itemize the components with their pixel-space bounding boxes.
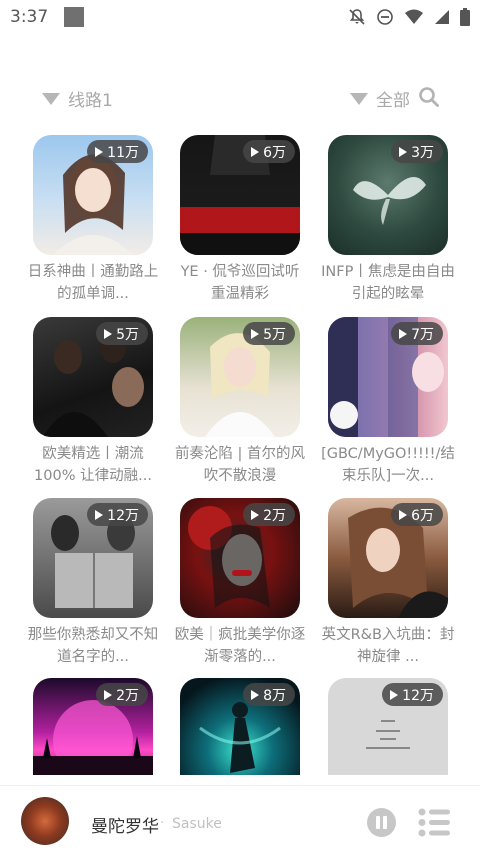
play-count: 7万 xyxy=(411,326,434,343)
playlist-cover: 12万 xyxy=(328,678,448,775)
do-not-disturb-icon xyxy=(377,9,393,25)
playlist-title: YE · 侃爷巡回试听 重温精彩 xyxy=(180,264,300,302)
play-count-badge: 6万 xyxy=(243,140,295,163)
category-selector[interactable]: 全部 xyxy=(350,86,410,111)
notifications-off-icon xyxy=(349,9,365,25)
play-icon xyxy=(95,146,104,157)
song-artist: Sasuke xyxy=(172,816,222,832)
play-count-badge: 12万 xyxy=(87,503,148,526)
app-notification-icon xyxy=(64,7,85,27)
play-count: 6万 xyxy=(263,144,286,161)
song-title: 曼陀罗华 xyxy=(91,817,159,837)
playlist-card[interactable]: 2万 xyxy=(33,678,153,775)
playlist-title: 前奏沦陷 | 首尔的风吹不散浪漫 xyxy=(174,446,306,484)
play-count-badge: 2万 xyxy=(96,683,148,706)
play-count-badge: 2万 xyxy=(243,503,295,526)
playlist-title: 那些你熟悉却又不知道名字的... xyxy=(27,627,159,665)
dropdown-arrow-icon xyxy=(42,92,60,105)
play-count: 2万 xyxy=(116,687,139,704)
play-count-badge: 12万 xyxy=(382,683,443,706)
play-count-badge: 7万 xyxy=(391,322,443,345)
playlist-card[interactable]: 5万 欧美精选丨潮流100% 让律动融... xyxy=(33,317,153,487)
search-icon[interactable] xyxy=(418,86,440,108)
playlist-cover: 11万 xyxy=(33,135,153,255)
play-icon xyxy=(399,509,408,520)
play-count-badge: 8万 xyxy=(243,683,295,706)
playlist-grid: 11万 日系神曲丨通勤路上的孤单调... 6万 YE · 侃爷巡回试听 重温精彩… xyxy=(0,135,480,775)
playlist-card[interactable]: 2万 欧美｜疯批美学你逐渐零落的... xyxy=(175,498,305,668)
wifi-icon xyxy=(405,9,423,24)
playlist-card[interactable]: 6万 英文R&B入坑曲：封神旋律 ... xyxy=(322,498,454,668)
playlist-card[interactable]: 7万 [GBC/MyGO!!!!!/结束乐队]一次... xyxy=(321,317,455,487)
status-bar: 3:37 xyxy=(0,0,480,34)
filter-bar: 线路1 全部 xyxy=(0,80,480,114)
play-icon xyxy=(95,509,104,520)
playlist-card[interactable]: 12万 xyxy=(328,678,448,775)
status-time: 3:37 xyxy=(10,7,49,27)
playlist-cover: 5万 xyxy=(180,317,300,437)
playlist-title: 欧美精选丨潮流100% 让律动融... xyxy=(34,446,152,484)
play-icon xyxy=(251,689,260,700)
playlist-card[interactable]: 11万 日系神曲丨通勤路上的孤单调... xyxy=(28,135,158,305)
play-count-badge: 6万 xyxy=(391,503,443,526)
playlist-card[interactable]: 5万 前奏沦陷 | 首尔的风吹不散浪漫 xyxy=(175,317,305,487)
play-icon xyxy=(399,146,408,157)
play-icon xyxy=(104,689,113,700)
playlist-card[interactable]: 12万 那些你熟悉却又不知道名字的... xyxy=(28,498,158,668)
song-separator: · xyxy=(160,816,165,831)
playlist-cover: 2万 xyxy=(180,498,300,618)
playlist-title: INFP丨焦虑是由自由引起的眩晕 xyxy=(321,264,455,302)
play-count: 12万 xyxy=(402,687,434,704)
play-count-badge: 11万 xyxy=(87,140,148,163)
playlist-cover: 6万 xyxy=(328,498,448,618)
play-count-badge: 3万 xyxy=(391,140,443,163)
playlist-cover: 2万 xyxy=(33,678,153,775)
play-icon xyxy=(251,509,260,520)
playlist-cover: 5万 xyxy=(33,317,153,437)
mini-player[interactable]: 曼陀罗华 · Sasuke xyxy=(0,785,480,853)
dropdown-arrow-icon xyxy=(350,92,368,105)
status-icons xyxy=(348,8,470,26)
playlist-cover: 8万 xyxy=(180,678,300,775)
playlist-cover: 3万 xyxy=(328,135,448,255)
playlist-cover: 6万 xyxy=(180,135,300,255)
playlist-title: 欧美｜疯批美学你逐渐零落的... xyxy=(174,627,306,665)
playlist-queue-icon[interactable] xyxy=(418,808,450,837)
playlist-title: [GBC/MyGO!!!!!/结束乐队]一次... xyxy=(321,446,455,484)
route-label: 线路1 xyxy=(68,91,113,111)
category-label: 全部 xyxy=(376,91,410,111)
play-count: 12万 xyxy=(107,507,139,524)
play-count: 3万 xyxy=(411,144,434,161)
play-icon xyxy=(251,146,260,157)
play-count: 8万 xyxy=(263,687,286,704)
play-count: 5万 xyxy=(116,326,139,343)
play-count-badge: 5万 xyxy=(96,322,148,345)
play-count: 6万 xyxy=(411,507,434,524)
play-count: 11万 xyxy=(107,144,139,161)
play-icon xyxy=(399,328,408,339)
route-selector[interactable]: 线路1 xyxy=(42,86,113,111)
battery-icon xyxy=(460,8,470,26)
play-icon xyxy=(390,689,399,700)
pause-button[interactable] xyxy=(367,808,396,837)
playlist-title: 英文R&B入坑曲：封神旋律 ... xyxy=(321,627,455,665)
play-count: 5万 xyxy=(263,326,286,343)
play-icon xyxy=(251,328,260,339)
playlist-cover: 12万 xyxy=(33,498,153,618)
playlist-title: 日系神曲丨通勤路上的孤单调... xyxy=(27,264,159,302)
play-count: 2万 xyxy=(263,507,286,524)
signal-icon xyxy=(435,10,449,24)
playlist-card[interactable]: 3万 INFP丨焦虑是由自由引起的眩晕 xyxy=(321,135,455,305)
playlist-card[interactable]: 8万 xyxy=(180,678,300,775)
playlist-card[interactable]: 6万 YE · 侃爷巡回试听 重温精彩 xyxy=(180,135,300,305)
album-cover[interactable] xyxy=(21,797,69,845)
play-count-badge: 5万 xyxy=(243,322,295,345)
playlist-cover: 7万 xyxy=(328,317,448,437)
play-icon xyxy=(104,328,113,339)
